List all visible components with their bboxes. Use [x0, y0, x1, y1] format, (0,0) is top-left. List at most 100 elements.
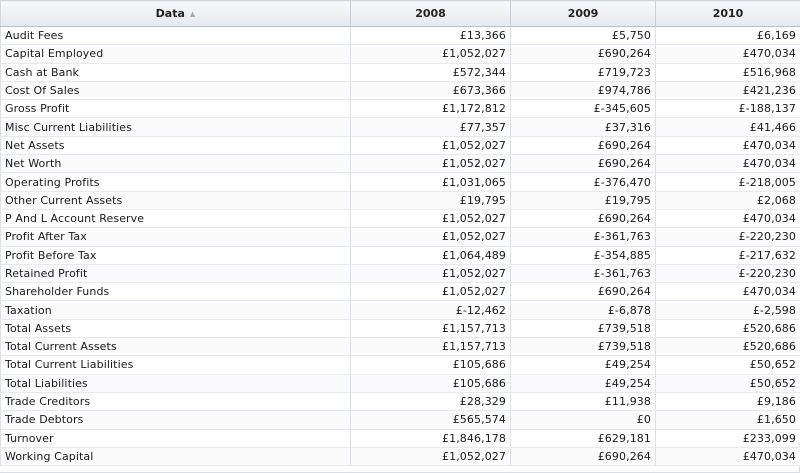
value-2009-cell: £11,938 [510, 392, 656, 412]
table-row[interactable]: Trade Debtors £565,574 £0 £1,650 [0, 410, 800, 430]
value-2008-cell: £565,574 [350, 410, 511, 430]
row-label-cell: Total Liabilities [0, 374, 351, 393]
table-row[interactable]: Net Worth £1,052,027 £690,264 £470,034 [0, 154, 800, 174]
row-label-cell: Shareholder Funds [0, 282, 351, 302]
value-2008-cell: £-12,462 [350, 300, 511, 320]
table-row[interactable]: Net Assets £1,052,027 £690,264 £470,034 [0, 136, 800, 156]
row-label-cell: Operating Profits [0, 172, 351, 192]
value-2009-cell: £49,254 [510, 355, 656, 375]
row-label-cell: Cost Of Sales [0, 81, 351, 101]
value-2008-cell: £19,795 [350, 191, 511, 210]
row-label-cell: Turnover [0, 429, 351, 448]
value-2009-cell: £974,786 [510, 81, 656, 101]
value-2009-cell: £739,518 [510, 337, 656, 357]
sort-ascending-icon: ▲ [189, 10, 196, 18]
value-2009-cell: £-361,763 [510, 264, 656, 284]
row-label-cell: Capital Employed [0, 44, 351, 64]
table-row[interactable]: Total Assets £1,157,713 £739,518 £520,686 [0, 319, 800, 339]
column-header-label: 2009 [567, 7, 599, 20]
row-label-cell: Taxation [0, 300, 351, 320]
value-2008-cell: £1,052,027 [350, 282, 511, 302]
value-2010-cell: £6,169 [655, 26, 800, 46]
table-header: Data ▲ 2008 2009 2010 [0, 0, 800, 27]
table-row[interactable]: Cash at Bank £572,344 £719,723 £516,968 [0, 63, 800, 82]
table-row[interactable]: Working Capital £1,052,027 £690,264 £470,03… [0, 447, 800, 467]
value-2009-cell: £37,316 [510, 117, 656, 137]
table-row[interactable]: Other Current Assets £19,795 £19,795 £2,068 [0, 191, 800, 210]
value-2010-cell: £470,034 [655, 447, 800, 467]
row-label-cell: Total Assets [0, 319, 351, 339]
financial-data-grid: Data ▲ 2008 2009 2010 Audit Fees £13,366 £5… [0, 0, 800, 473]
column-header-2010[interactable]: 2010 [655, 0, 800, 27]
row-label-cell: P And L Account Reserve [0, 209, 351, 229]
value-2010-cell: £-2,598 [655, 300, 800, 320]
value-2010-cell: £516,968 [655, 63, 800, 82]
table-row[interactable]: Trade Creditors £28,329 £11,938 £9,186 [0, 392, 800, 412]
value-2008-cell: £13,366 [350, 26, 511, 46]
column-header-data[interactable]: Data ▲ [0, 0, 351, 27]
table-row[interactable]: Cost Of Sales £673,366 £974,786 £421,236 [0, 81, 800, 101]
value-2010-cell: £50,652 [655, 374, 800, 393]
row-label-cell: Working Capital [0, 447, 351, 467]
value-2010-cell: £470,034 [655, 209, 800, 229]
value-2008-cell: £105,686 [350, 374, 511, 393]
value-2009-cell: £-354,885 [510, 246, 656, 265]
table-row[interactable]: Total Current Liabilities £105,686 £49,254… [0, 355, 800, 375]
row-label-cell: Total Current Liabilities [0, 355, 351, 375]
value-2010-cell: £520,686 [655, 319, 800, 339]
row-label-cell: Net Assets [0, 136, 351, 156]
table-row[interactable]: Profit Before Tax £1,064,489 £-354,885 £-21… [0, 246, 800, 265]
value-2008-cell: £1,157,713 [350, 319, 511, 339]
value-2009-cell: £690,264 [510, 447, 656, 467]
value-2010-cell: £2,068 [655, 191, 800, 210]
value-2010-cell: £1,650 [655, 410, 800, 430]
row-label-cell: Trade Creditors [0, 392, 351, 412]
value-2010-cell: £470,034 [655, 44, 800, 64]
value-2010-cell: £470,034 [655, 136, 800, 156]
table-row[interactable]: Misc Current Liabilities £77,357 £37,316 £4… [0, 117, 800, 137]
table-row[interactable]: P And L Account Reserve £1,052,027 £690,26… [0, 209, 800, 229]
table-row[interactable]: Total Liabilities £105,686 £49,254 £50,652 [0, 374, 800, 393]
value-2010-cell: £-188,137 [655, 99, 800, 119]
value-2008-cell: £105,686 [350, 355, 511, 375]
table-row[interactable]: Taxation £-12,462 £-6,878 £-2,598 [0, 300, 800, 320]
column-header-2008[interactable]: 2008 [350, 0, 511, 27]
row-label-cell: Other Current Assets [0, 191, 351, 210]
column-header-label: 2010 [712, 7, 744, 20]
value-2010-cell: £-218,005 [655, 172, 800, 192]
value-2010-cell: £233,099 [655, 429, 800, 448]
value-2008-cell: £1,052,027 [350, 264, 511, 284]
table-row[interactable]: Capital Employed £1,052,027 £690,264 £470,0… [0, 44, 800, 64]
value-2009-cell: £690,264 [510, 44, 656, 64]
value-2010-cell: £421,236 [655, 81, 800, 101]
value-2010-cell: £9,186 [655, 392, 800, 412]
value-2009-cell: £690,264 [510, 282, 656, 302]
value-2009-cell: £-361,763 [510, 227, 656, 247]
table-row[interactable]: Shareholder Funds £1,052,027 £690,264 £470,… [0, 282, 800, 302]
value-2008-cell: £77,357 [350, 117, 511, 137]
table-row[interactable]: Profit After Tax £1,052,027 £-361,763 £-220… [0, 227, 800, 247]
column-header-2009[interactable]: 2009 [510, 0, 656, 27]
value-2009-cell: £19,795 [510, 191, 656, 210]
value-2008-cell: £1,846,178 [350, 429, 511, 448]
table-row[interactable]: Total Current Assets £1,157,713 £739,518 £5… [0, 337, 800, 357]
table-row[interactable]: Retained Profit £1,052,027 £-361,763 £-220,… [0, 264, 800, 284]
value-2008-cell: £1,052,027 [350, 209, 511, 229]
value-2008-cell: £572,344 [350, 63, 511, 82]
table-row[interactable]: Gross Profit £1,172,812 £-345,605 £-188,137 [0, 99, 800, 119]
value-2008-cell: £1,064,489 [350, 246, 511, 265]
value-2008-cell: £1,157,713 [350, 337, 511, 357]
row-label-cell: Cash at Bank [0, 63, 351, 82]
financial-table: Data ▲ 2008 2009 2010 Audit Fees £13,366 £5… [0, 0, 800, 467]
value-2008-cell: £1,172,812 [350, 99, 511, 119]
value-2008-cell: £1,052,027 [350, 136, 511, 156]
table-row[interactable]: Operating Profits £1,031,065 £-376,470 £-21… [0, 172, 800, 192]
value-2008-cell: £1,031,065 [350, 172, 511, 192]
table-row[interactable]: Audit Fees £13,366 £5,750 £6,169 [0, 26, 800, 46]
value-2010-cell: £-217,632 [655, 246, 800, 265]
value-2009-cell: £-345,605 [510, 99, 656, 119]
row-label-cell: Audit Fees [0, 26, 351, 46]
table-row[interactable]: Turnover £1,846,178 £629,181 £233,099 [0, 429, 800, 448]
value-2008-cell: £1,052,027 [350, 447, 511, 467]
row-label-cell: Profit Before Tax [0, 246, 351, 265]
